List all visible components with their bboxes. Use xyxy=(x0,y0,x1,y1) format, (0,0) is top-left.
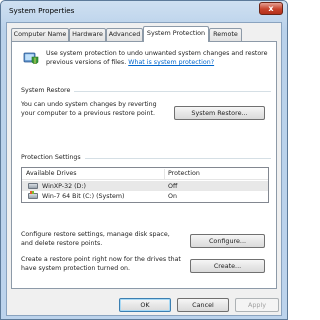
tab-advanced[interactable]: Advanced xyxy=(106,28,143,41)
column-protection[interactable]: Protection xyxy=(168,170,200,177)
group-divider xyxy=(74,91,271,92)
tab-hardware[interactable]: Hardware xyxy=(69,28,106,41)
system-restore-group-title: System Restore xyxy=(21,87,71,94)
column-separator xyxy=(164,169,165,179)
close-button[interactable]: x xyxy=(259,2,283,15)
tab-computer-name[interactable]: Computer Name xyxy=(11,28,69,41)
system-protection-panel: Use system protection to undo unwanted s… xyxy=(11,41,277,289)
column-available-drives[interactable]: Available Drives xyxy=(26,170,77,177)
group-divider xyxy=(85,158,271,159)
ok-button[interactable]: OK xyxy=(119,298,171,312)
apply-button[interactable]: Apply xyxy=(235,298,279,312)
configure-description: Configure restore settings, manage disk … xyxy=(21,231,170,247)
drive-protection-status: On xyxy=(168,193,177,200)
tab-system-protection[interactable]: System Protection xyxy=(143,26,209,42)
system-properties-window: System Properties x Computer Name Hardwa… xyxy=(0,0,288,320)
intro-description: Use system protection to undo unwanted s… xyxy=(46,49,271,67)
drive-name: Win-7 64 Bit (C:) (System) xyxy=(42,193,125,200)
drive-icon xyxy=(28,183,38,189)
title-bar[interactable]: System Properties x xyxy=(1,1,287,21)
close-icon: x xyxy=(268,4,274,13)
system-drive-icon xyxy=(28,191,38,199)
drive-name: WinXP-32 (D:) xyxy=(42,183,86,190)
create-description: Create a restore point right now for the… xyxy=(21,256,181,272)
tab-remote[interactable]: Remote xyxy=(209,28,242,41)
help-link[interactable]: What is system protection? xyxy=(128,59,214,66)
drive-row[interactable]: Win-7 64 Bit (C:) (System) On xyxy=(22,191,268,201)
drive-row[interactable]: WinXP-32 (D:) Off xyxy=(22,181,268,191)
drives-table[interactable]: Available Drives Protection WinXP-32 (D:… xyxy=(21,167,269,203)
window-title: System Properties xyxy=(9,6,75,15)
system-restore-button[interactable]: System Restore... xyxy=(174,106,265,120)
create-button[interactable]: Create... xyxy=(190,259,265,273)
drives-table-header: Available Drives Protection xyxy=(22,168,268,180)
cancel-button[interactable]: Cancel xyxy=(177,298,229,312)
protection-settings-group-title: Protection Settings xyxy=(21,154,81,161)
shield-icon xyxy=(23,52,39,65)
dialog-client-area: Computer Name Hardware Advanced System P… xyxy=(6,22,282,316)
system-restore-description: You can undo system changes by reverting… xyxy=(21,101,157,117)
drive-protection-status: Off xyxy=(168,183,178,190)
configure-button[interactable]: Configure... xyxy=(190,234,265,248)
